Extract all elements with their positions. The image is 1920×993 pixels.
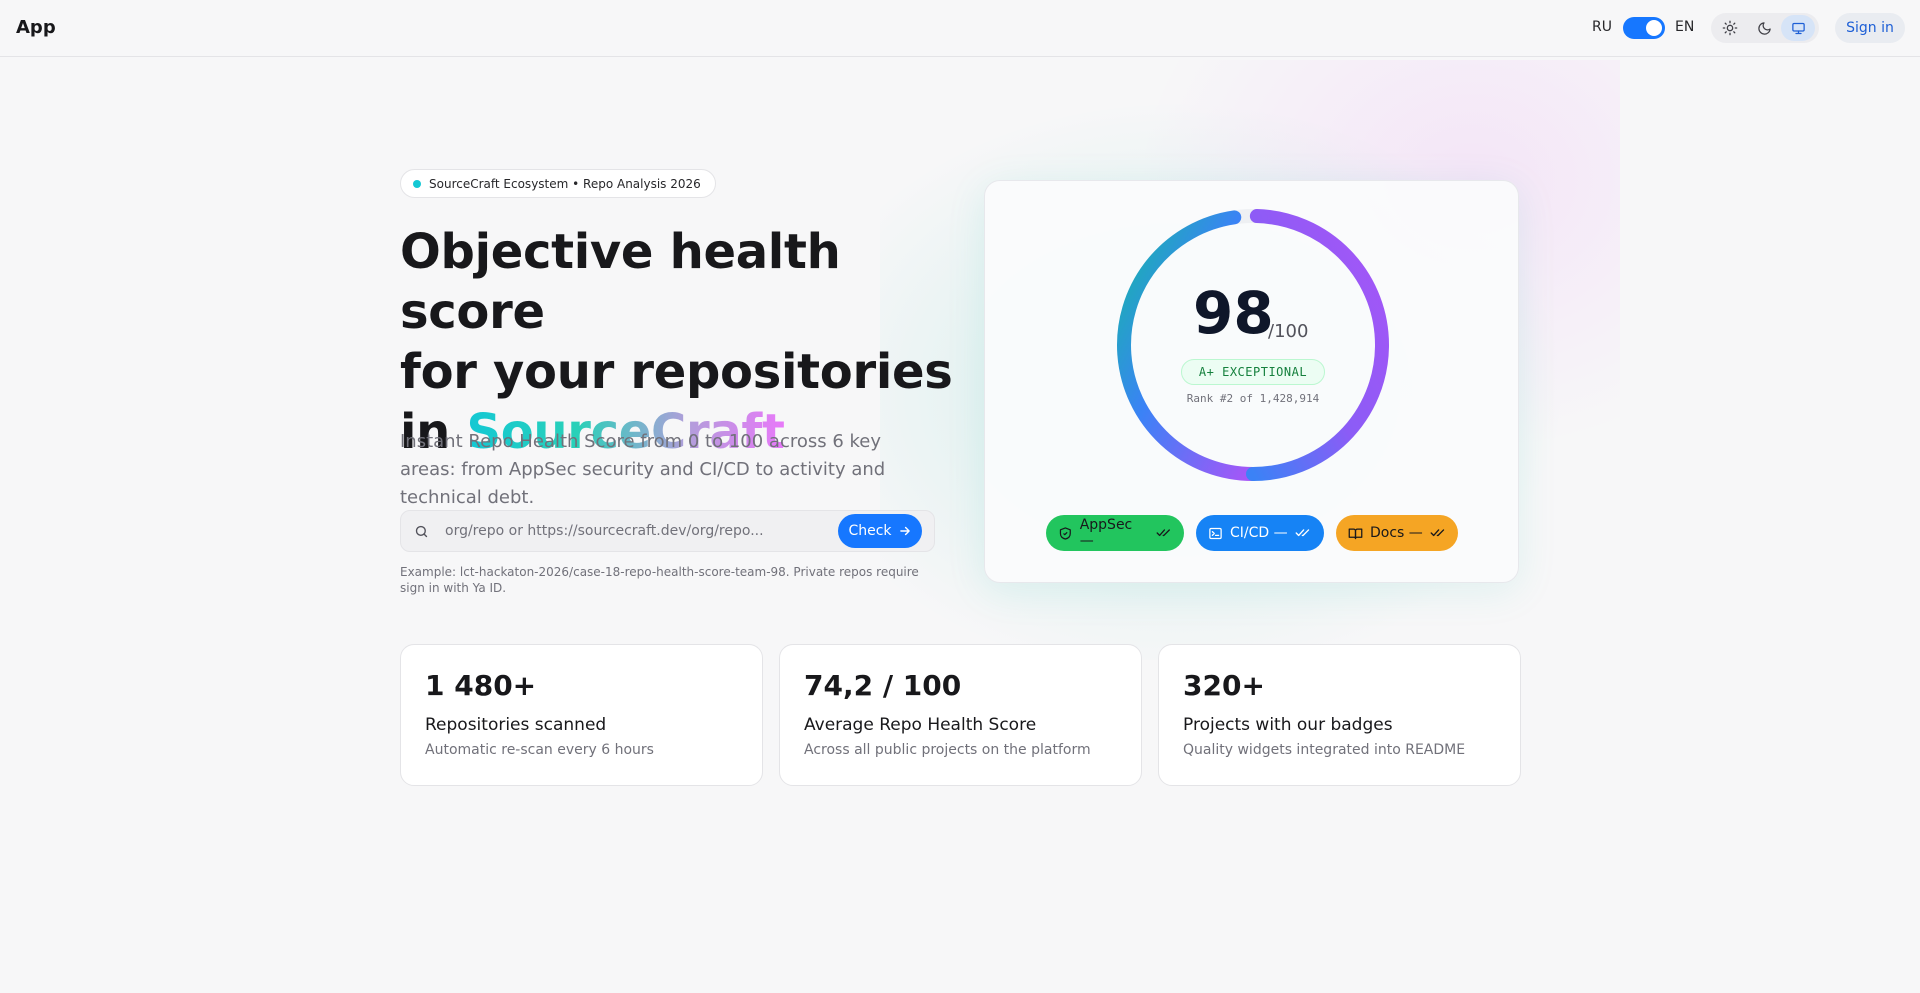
repo-search-box: Check xyxy=(400,510,935,552)
appsec-chip[interactable]: AppSec — xyxy=(1046,515,1184,551)
score-card: 98 /100 A+ EXCEPTIONAL Rank #2 of 1,428,… xyxy=(984,180,1519,583)
sign-in-button[interactable]: Sign in xyxy=(1835,13,1905,43)
check-button[interactable]: Check xyxy=(838,514,922,548)
stat-description: Automatic re-scan every 6 hours xyxy=(425,742,654,758)
headline-line2: for your repositories xyxy=(400,344,953,400)
shield-icon xyxy=(1059,526,1071,540)
stat-value: 1 480+ xyxy=(425,669,537,702)
stat-value: 74,2 / 100 xyxy=(804,669,962,702)
stat-description: Quality widgets integrated into README xyxy=(1183,742,1466,758)
arrow-right-icon xyxy=(899,526,910,536)
cicd-chip[interactable]: CI/CD — xyxy=(1196,515,1324,551)
stat-card-badges: 320+ Projects with our badges Quality wi… xyxy=(1158,644,1521,786)
docs-chip[interactable]: Docs — xyxy=(1336,515,1458,551)
double-check-icon xyxy=(1430,529,1445,537)
docs-label: Docs — xyxy=(1370,525,1423,541)
search-icon xyxy=(415,525,428,538)
theme-light-button[interactable] xyxy=(1713,15,1747,41)
stat-description: Across all public projects on the platfo… xyxy=(804,742,1091,758)
cicd-label: CI/CD — xyxy=(1230,525,1288,541)
stat-card-average: 74,2 / 100 Average Repo Health Score Acr… xyxy=(779,644,1142,786)
top-bar: App RU EN Sign in xyxy=(0,0,1920,57)
ecosystem-pill: SourceCraft Ecosystem • Repo Analysis 20… xyxy=(400,169,716,198)
repo-search-input[interactable] xyxy=(445,511,835,551)
headline-line1: Objective health score xyxy=(400,224,841,340)
app-title[interactable]: App xyxy=(16,17,56,38)
appsec-label: AppSec — xyxy=(1079,517,1133,549)
grade-badge: A+ EXCEPTIONAL xyxy=(1181,359,1325,385)
check-label: Check xyxy=(848,523,892,539)
theme-system-button[interactable] xyxy=(1781,15,1815,41)
hero-subtext: Instant Repo Health Score from 0 to 100 … xyxy=(400,431,886,508)
stat-value: 320+ xyxy=(1183,669,1265,702)
double-check-icon xyxy=(1295,529,1309,537)
lang-en-label: EN xyxy=(1675,19,1695,35)
theme-dark-button[interactable] xyxy=(1747,15,1781,41)
pill-text: SourceCraft Ecosystem • Repo Analysis 20… xyxy=(429,176,701,191)
double-check-icon xyxy=(1156,529,1171,537)
stat-label: Average Repo Health Score xyxy=(804,715,1037,735)
book-icon xyxy=(1348,528,1363,539)
status-dot xyxy=(413,180,421,188)
rank-text: Rank #2 of 1,428,914 xyxy=(1186,392,1320,405)
theme-switcher xyxy=(1711,13,1819,43)
moon-icon xyxy=(1757,21,1771,35)
hero-headline: Objective health score for your reposito… xyxy=(400,222,960,462)
stat-label: Projects with our badges xyxy=(1183,715,1393,735)
language-toggle[interactable] xyxy=(1623,17,1665,39)
monitor-icon xyxy=(1791,22,1805,34)
example-hint: Example: lct-hackaton-2026/case-18-repo-… xyxy=(400,565,919,595)
lang-ru-label: RU xyxy=(1592,19,1612,35)
score-value: 98 xyxy=(1193,279,1274,347)
toggle-knob xyxy=(1646,20,1662,36)
stat-label: Repositories scanned xyxy=(425,715,607,735)
sun-icon xyxy=(1722,20,1738,36)
stat-card-repos: 1 480+ Repositories scanned Automatic re… xyxy=(400,644,763,786)
terminal-icon xyxy=(1209,527,1222,539)
score-max: /100 xyxy=(1268,321,1309,342)
